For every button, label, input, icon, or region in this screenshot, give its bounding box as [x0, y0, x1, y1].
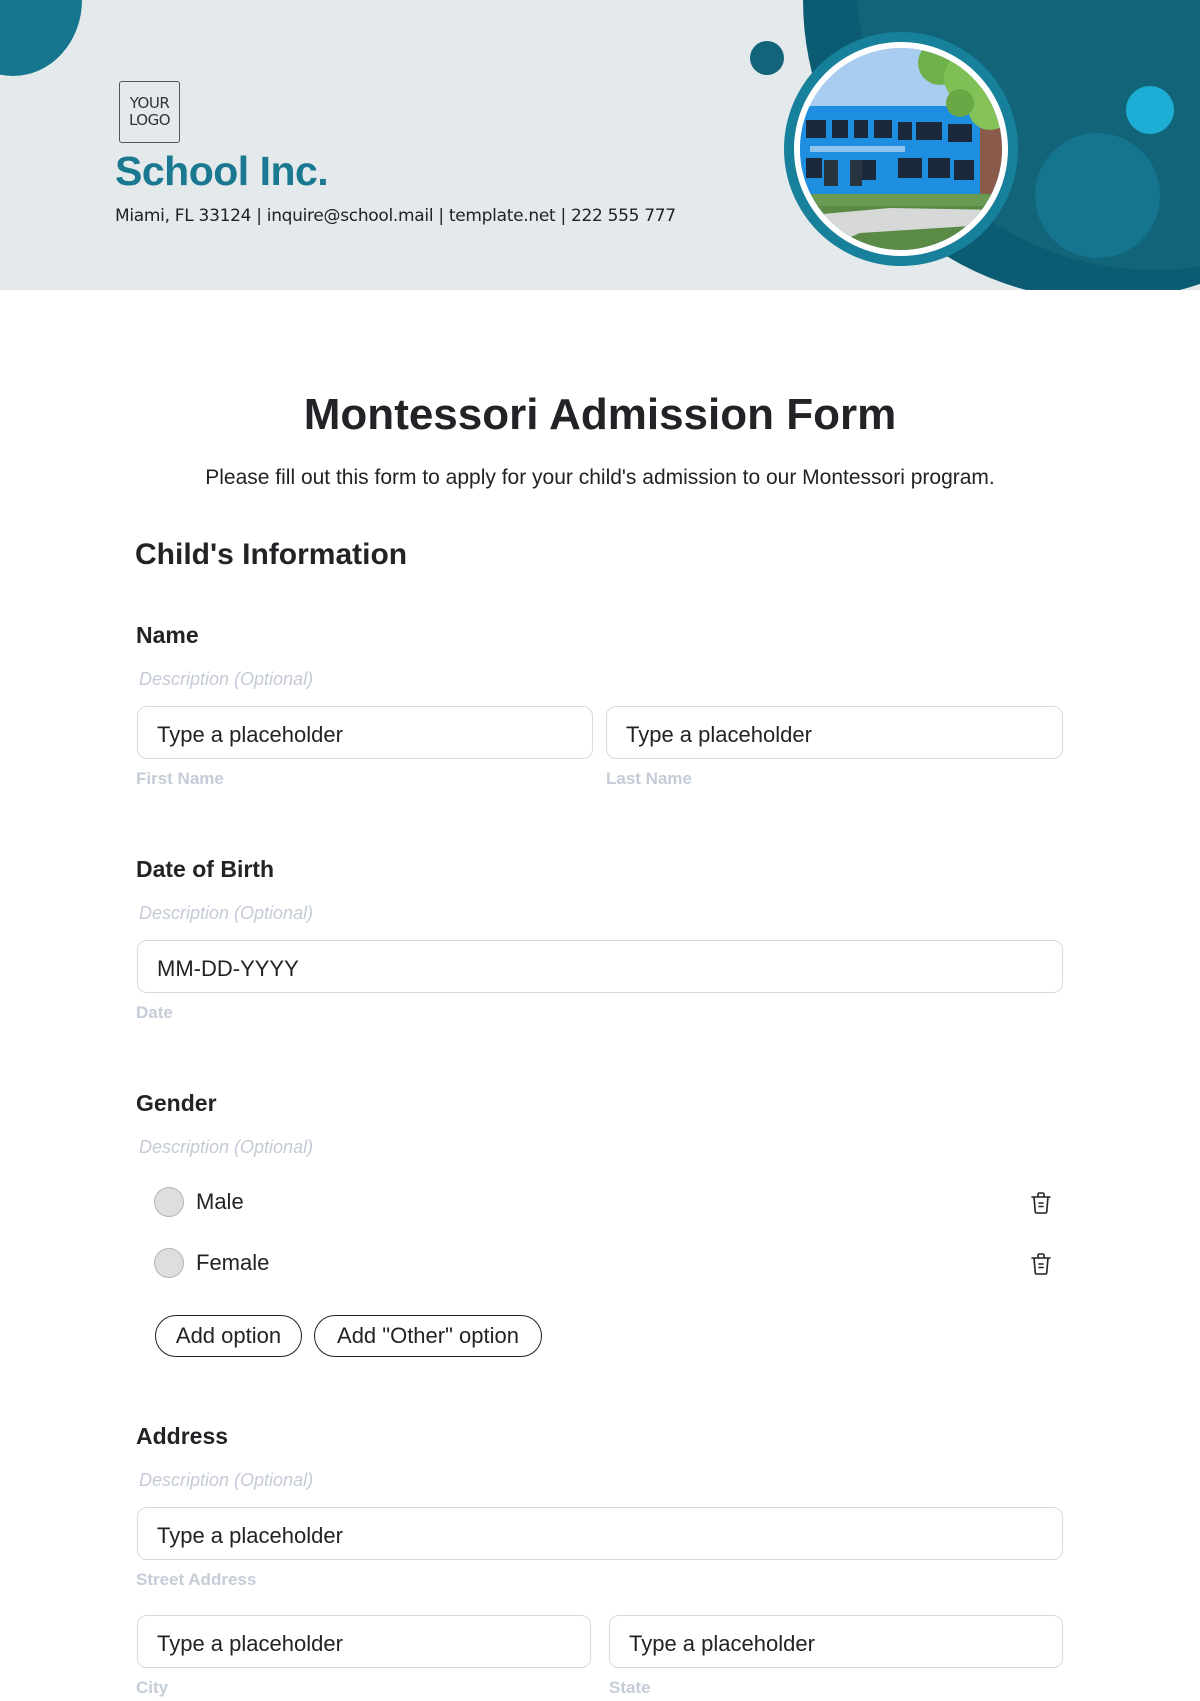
logo-text-line2: LOGO: [128, 111, 171, 129]
form-subtitle: Please fill out this form to apply for y…: [205, 466, 995, 489]
logo-text-line1: YOUR: [129, 94, 170, 112]
school-photo-frame: [784, 32, 1018, 266]
decorative-circle: [1126, 86, 1174, 134]
add-other-option-button[interactable]: Add "Other" option: [314, 1315, 542, 1357]
dob-description[interactable]: Description (Optional): [139, 903, 313, 924]
first-name-input[interactable]: Type a placeholder: [137, 706, 593, 759]
state-input[interactable]: Type a placeholder: [609, 1615, 1063, 1668]
add-option-button[interactable]: Add option: [155, 1315, 302, 1357]
company-name: School Inc.: [115, 148, 329, 194]
decorative-circle: [750, 41, 784, 75]
dob-question-label: Date of Birth: [136, 856, 274, 882]
company-logo: YOUR LOGO: [119, 81, 180, 143]
school-photo: [800, 48, 1002, 250]
state-sublabel: State: [609, 1678, 651, 1697]
first-name-sublabel: First Name: [136, 769, 224, 788]
gender-option-male[interactable]: Male: [154, 1185, 1054, 1219]
name-description[interactable]: Description (Optional): [139, 669, 313, 690]
section-title: Child's Information: [135, 538, 408, 571]
form-title: Montessori Admission Form: [303, 390, 897, 439]
trash-icon[interactable]: [1028, 1251, 1054, 1277]
street-address-sublabel: Street Address: [136, 1570, 257, 1589]
decorative-circle: [0, 0, 82, 76]
city-input[interactable]: Type a placeholder: [137, 1615, 591, 1668]
decorative-circle: [1035, 133, 1160, 258]
radio-button[interactable]: [154, 1248, 184, 1278]
gender-question-label: Gender: [136, 1090, 217, 1116]
gender-option-female[interactable]: Female: [154, 1246, 1054, 1280]
gender-description[interactable]: Description (Optional): [139, 1137, 313, 1158]
city-sublabel: City: [136, 1678, 169, 1697]
last-name-sublabel: Last Name: [606, 769, 692, 788]
contact-info: Miami, FL 33124 | inquire@school.mail | …: [115, 206, 676, 226]
option-label: Male: [196, 1189, 244, 1214]
name-question-label: Name: [136, 622, 199, 648]
street-address-input[interactable]: Type a placeholder: [137, 1507, 1063, 1560]
last-name-input[interactable]: Type a placeholder: [606, 706, 1063, 759]
date-of-birth-input[interactable]: MM-DD-YYYY: [137, 940, 1063, 993]
school-building-image: [800, 48, 1002, 250]
address-question-label: Address: [136, 1423, 229, 1449]
header-banner: YOUR LOGO School Inc. Miami, FL 33124 | …: [0, 0, 1200, 290]
dob-sublabel: Date: [136, 1003, 173, 1022]
option-label: Female: [196, 1250, 270, 1275]
trash-icon[interactable]: [1028, 1190, 1054, 1216]
radio-button[interactable]: [154, 1187, 184, 1217]
address-description[interactable]: Description (Optional): [139, 1470, 313, 1491]
